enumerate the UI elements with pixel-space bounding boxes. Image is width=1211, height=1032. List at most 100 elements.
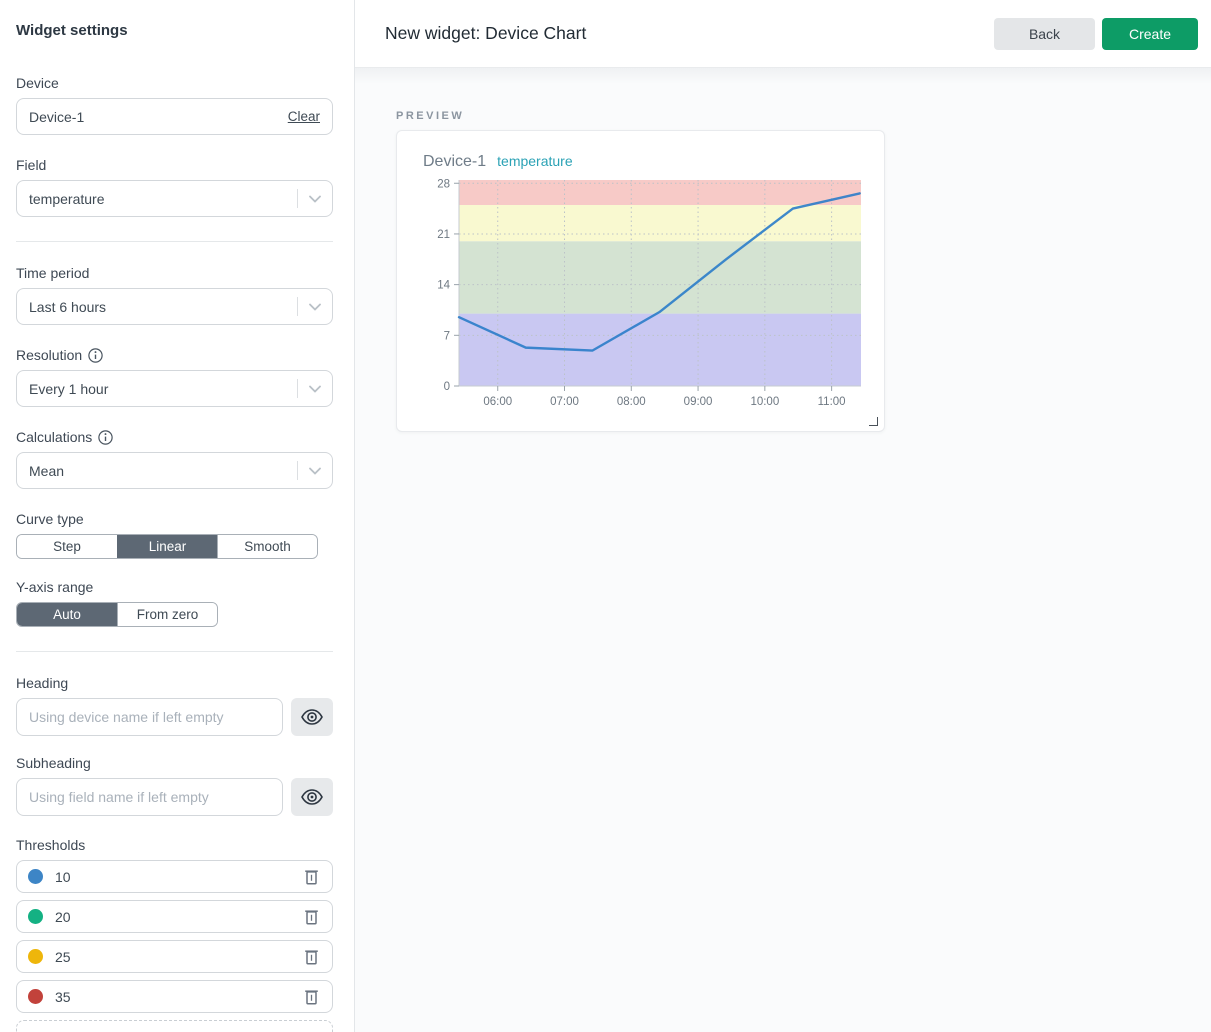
time-period-value: Last 6 hours: [29, 299, 106, 315]
device-field[interactable]: Device-1 Clear: [16, 98, 333, 135]
y-axis-range-label: Y-axis range: [16, 579, 333, 595]
threshold-value: 35: [55, 989, 302, 1005]
threshold-row: 10: [16, 860, 333, 893]
y-axis-option-auto[interactable]: Auto: [17, 603, 117, 626]
field-label: Field: [16, 157, 333, 173]
trash-icon: [304, 993, 319, 1008]
threshold-color-dot: [28, 949, 43, 964]
calculations-value: Mean: [29, 463, 64, 479]
resolution-select[interactable]: Every 1 hour: [16, 370, 333, 407]
heading-visibility-button[interactable]: [291, 698, 333, 736]
time-period-group: Time period Last 6 hours: [16, 265, 333, 325]
chevron-down-icon: [309, 195, 321, 202]
device-label: Device: [16, 75, 333, 91]
heading-group: Heading: [16, 675, 333, 736]
field-group: Field temperature: [16, 157, 333, 217]
widget-subheading: temperature: [497, 153, 572, 169]
heading-label: Heading: [16, 675, 333, 691]
subheading-group: Subheading: [16, 755, 333, 816]
widget-settings-sidebar: Widget settings Device Device-1 Clear Fi…: [0, 0, 355, 1032]
calculations-label: Calculations: [16, 429, 92, 445]
eye-icon: [301, 789, 323, 805]
svg-text:09:00: 09:00: [684, 396, 713, 408]
svg-text:7: 7: [444, 330, 450, 342]
threshold-value: 10: [55, 869, 302, 885]
threshold-color-dot: [28, 989, 43, 1004]
field-select[interactable]: temperature: [16, 180, 333, 217]
resize-handle-icon[interactable]: [869, 417, 878, 426]
sidebar-divider: [16, 651, 333, 652]
curve-type-group: Curve type Step Linear Smooth: [16, 511, 333, 559]
chart-container: 0 7 14 21 28 06:00 07:00 08:00 09:00 10:00 11:00: [397, 173, 884, 416]
chevron-down-icon: [309, 385, 321, 392]
curve-type-option-step[interactable]: Step: [17, 535, 117, 558]
trash-icon: [304, 873, 319, 888]
resolution-group: Resolution Every 1 hour: [16, 347, 333, 407]
widget-heading: Device-1: [423, 153, 486, 171]
svg-text:08:00: 08:00: [617, 396, 646, 408]
time-period-label: Time period: [16, 265, 333, 281]
y-axis-range-group: Y-axis range Auto From zero: [16, 579, 333, 627]
y-axis-option-from-zero[interactable]: From zero: [117, 603, 217, 626]
delete-threshold-button[interactable]: [302, 946, 321, 967]
svg-text:10:00: 10:00: [750, 396, 779, 408]
delete-threshold-button[interactable]: [302, 906, 321, 927]
threshold-color-dot: [28, 869, 43, 884]
svg-text:21: 21: [437, 229, 450, 241]
resolution-label: Resolution: [16, 347, 82, 363]
preview-section-label: PREVIEW: [396, 110, 1211, 122]
calculations-select[interactable]: Mean: [16, 452, 333, 489]
heading-input[interactable]: [16, 698, 283, 736]
svg-text:14: 14: [437, 280, 450, 292]
curve-type-option-linear[interactable]: Linear: [117, 535, 217, 558]
chevron-down-icon: [309, 467, 321, 474]
main-area: New widget: Device Chart Back Create PRE…: [355, 0, 1211, 1032]
preview-chart: 0 7 14 21 28 06:00 07:00 08:00 09:00 10:00 11:00: [397, 173, 886, 411]
svg-text:06:00: 06:00: [483, 396, 512, 408]
threshold-value: 20: [55, 909, 302, 925]
widget-preview-card: Device-1 temperature 0714212806:0007:000…: [396, 130, 885, 432]
sidebar-divider: [16, 241, 333, 242]
subheading-input[interactable]: [16, 778, 283, 816]
calculations-group: Calculations Mean: [16, 429, 333, 489]
chevron-down-icon: [309, 303, 321, 310]
curve-type-label: Curve type: [16, 511, 333, 527]
device-value: Device-1: [29, 109, 84, 125]
svg-text:0: 0: [444, 381, 450, 393]
page-title: New widget: Device Chart: [385, 23, 994, 44]
widget-title-row: Device-1 temperature: [397, 131, 884, 171]
add-threshold-button[interactable]: + Add threshold: [16, 1020, 333, 1032]
page-header: New widget: Device Chart Back Create: [355, 0, 1211, 68]
thresholds-group: Thresholds 10 20 25 35: [16, 837, 333, 1032]
time-period-select[interactable]: Last 6 hours: [16, 288, 333, 325]
subheading-label: Subheading: [16, 755, 333, 771]
delete-threshold-button[interactable]: [302, 986, 321, 1007]
info-icon[interactable]: [98, 430, 113, 445]
curve-type-segmented-control: Step Linear Smooth: [16, 534, 318, 559]
subheading-visibility-button[interactable]: [291, 778, 333, 816]
thresholds-label: Thresholds: [16, 837, 333, 853]
threshold-color-dot: [28, 909, 43, 924]
trash-icon: [304, 953, 319, 968]
threshold-row: 25: [16, 940, 333, 973]
eye-icon: [301, 709, 323, 725]
threshold-row: 20: [16, 900, 333, 933]
delete-threshold-button[interactable]: [302, 866, 321, 887]
trash-icon: [304, 913, 319, 928]
field-value: temperature: [29, 191, 104, 207]
threshold-value: 25: [55, 949, 302, 965]
info-icon[interactable]: [88, 348, 103, 363]
back-button[interactable]: Back: [994, 18, 1095, 50]
curve-type-option-smooth[interactable]: Smooth: [217, 535, 317, 558]
device-group: Device Device-1 Clear: [16, 75, 333, 135]
svg-text:28: 28: [437, 178, 450, 190]
content-area: PREVIEW Device-1 temperature 0 7 14 21 28 06:…: [355, 68, 1211, 1032]
device-clear-link[interactable]: Clear: [288, 109, 320, 124]
sidebar-title: Widget settings: [16, 22, 333, 39]
svg-text:11:00: 11:00: [818, 396, 846, 408]
threshold-row: 35: [16, 980, 333, 1013]
svg-text:07:00: 07:00: [550, 396, 579, 408]
resolution-value: Every 1 hour: [29, 381, 108, 397]
create-button[interactable]: Create: [1102, 18, 1198, 50]
y-axis-range-segmented-control: Auto From zero: [16, 602, 218, 627]
